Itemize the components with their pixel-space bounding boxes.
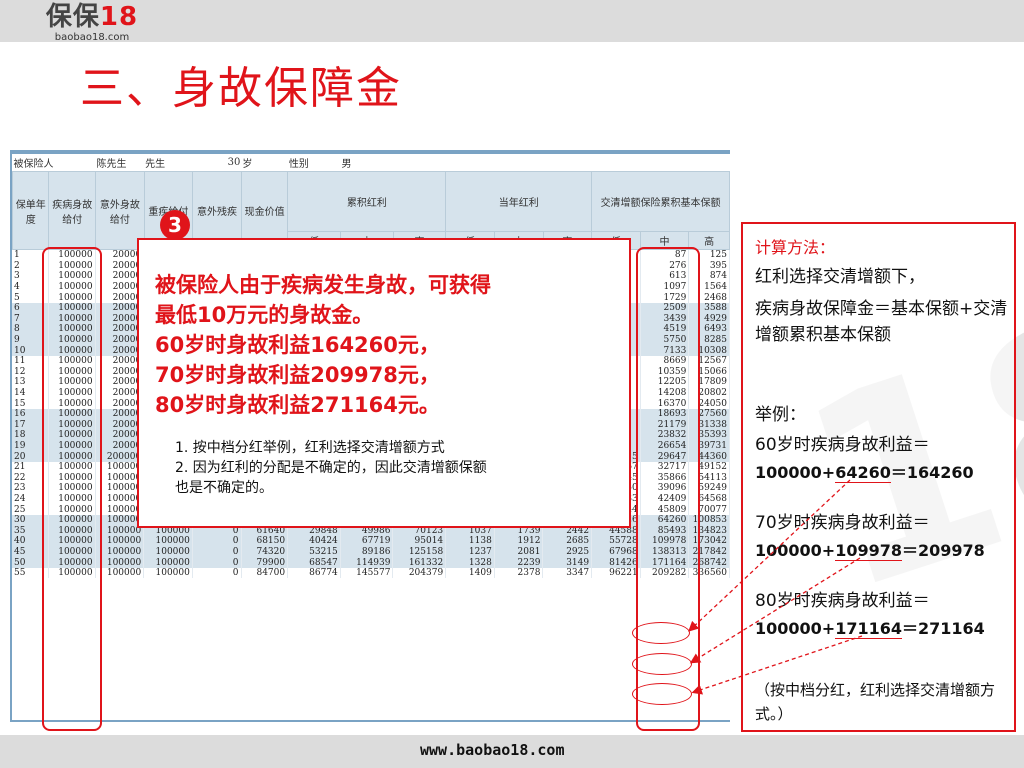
header-disease: 疾病身故给付	[48, 171, 97, 250]
info-row: 被保险人 陈先生 先生 30 岁 性别 男	[12, 154, 730, 172]
table-cell: 100000	[143, 536, 193, 547]
callout-line3: 60岁时身故利益164260元，	[155, 333, 440, 357]
info-name: 陈先生	[95, 154, 145, 172]
footer-url: www.baobao18.com	[420, 741, 565, 759]
table-cell: 0	[192, 567, 242, 579]
disease-column-highlight	[42, 247, 102, 731]
logo-brand: 保保18	[45, 2, 139, 32]
example-80-label: 80岁时疾病身故利益＝	[755, 591, 930, 611]
info-age-unit: 岁	[241, 154, 288, 172]
table-cell: 2685	[542, 536, 593, 547]
callout-line5: 80岁时身故利益271164元。	[155, 393, 440, 417]
table-cell: 145577	[340, 567, 394, 579]
example-60-formula: 100000+64260＝164260	[755, 463, 974, 483]
ellipse-70	[632, 653, 692, 675]
example-70-label: 70岁时疾病身故利益＝	[755, 513, 930, 533]
example-80-formula: 100000+171164＝271164	[755, 619, 985, 639]
callout-note2: 2. 因为红利的分配是不确定的，因此交清增额保额	[175, 460, 487, 476]
table-cell: 100000	[95, 536, 145, 547]
table-cell: 125158	[392, 546, 447, 558]
example-label: 举例：	[755, 405, 806, 425]
slide-title: 三、身故保障金	[80, 63, 402, 114]
table-cell: 161332	[392, 557, 447, 568]
info-sex-label: 性别	[287, 154, 341, 172]
table-cell: 0	[192, 557, 242, 568]
top-bar	[0, 0, 1024, 42]
calc-title: 计算方法：	[755, 238, 836, 257]
calculation-panel: 计算方法： 红利选择交清增额下， 疾病身故保障金＝基本保额+交清增额累积基本保额…	[741, 222, 1016, 732]
table-row: 50 100000 100000 100000 0 79900 68547 114939 161…	[12, 557, 730, 568]
callout-note1: 1. 按中档分红举例，红利选择交清增额方式	[175, 440, 445, 456]
table-cell: 89186	[340, 546, 394, 558]
table-cell: 2925	[542, 546, 593, 558]
callout-line1: 被保险人由于疾病发生身故，可获得	[155, 273, 491, 297]
table-cell: 67968	[591, 546, 641, 558]
calc-note: （按中档分红，红利选择交清增额方式。）	[755, 681, 996, 723]
table-cell: 1138	[445, 536, 495, 547]
callout-line4: 70岁时身故利益209978元，	[155, 363, 440, 387]
table-cell: 100000	[95, 567, 145, 579]
example-60-label: 60岁时疾病身故利益＝	[755, 435, 930, 455]
calc-line1: 红利选择交清增额下，	[755, 267, 925, 287]
header-year: 保单年度	[11, 171, 50, 250]
table-cell: 1912	[494, 536, 544, 547]
example-70-formula: 100000+109978＝209978	[755, 541, 985, 561]
table-cell: 100000	[95, 557, 145, 568]
table-cell: 68150	[241, 536, 289, 547]
table-cell: 68547	[287, 557, 341, 568]
table-cell: 96221	[591, 567, 641, 579]
callout-note3: 也是不确定的。	[175, 480, 273, 496]
table-cell: 0	[192, 536, 242, 547]
ellipse-80	[632, 683, 692, 705]
step-badge: 3	[160, 210, 190, 240]
table-cell: 2081	[494, 546, 544, 558]
header-cumulative-bonus: 累积红利	[287, 171, 447, 232]
table-row: 40 100000 100000 100000 0 68150 40424 67719 9501…	[12, 536, 730, 547]
info-gender-title: 先生	[144, 154, 193, 172]
table-cell: 3347	[542, 567, 593, 579]
callout-main-text: 被保险人由于疾病发生身故，可获得 最低10万元的身故金。 60岁时身故利益164…	[155, 270, 625, 420]
table-cell: 81426	[591, 557, 641, 568]
table-cell: 100000	[95, 546, 145, 558]
logo-url: baobao18.com	[54, 32, 130, 43]
table-cell: 100000	[143, 546, 193, 558]
table-cell: 100000	[143, 567, 193, 579]
table-cell: 204379	[392, 567, 447, 579]
table-cell: 0	[192, 546, 242, 558]
table-cell: 3149	[542, 557, 593, 568]
header-annual-bonus: 当年红利	[445, 171, 593, 232]
table-cell: 53215	[287, 546, 341, 558]
ellipse-60	[632, 622, 690, 644]
table-cell: 55728	[591, 536, 641, 547]
table-cell: 114939	[340, 557, 394, 568]
table-cell: 86774	[287, 567, 341, 579]
header-row: 保单年度 疾病身故给付 意外身故给付 重疾给付 意外残疾 现金价值 累积红利 当…	[11, 171, 730, 250]
table-cell: 1409	[445, 567, 495, 579]
table-cell: 79900	[241, 557, 289, 568]
table-row: 55 100000 100000 100000 0 84700 86774 145577 204…	[12, 567, 730, 579]
table-header: 被保险人 陈先生 先生 30 岁 性别 男 保单年度 疾病身故给付 意外身故给付…	[11, 154, 730, 250]
calc-line2: 疾病身故保障金＝基本保额+交清增额累积基本保额	[755, 299, 1008, 345]
info-insured-label: 被保险人	[12, 154, 96, 172]
table-cell: 74320	[241, 546, 289, 558]
table-cell: 100000	[143, 557, 193, 568]
table-cell: 1237	[445, 546, 495, 558]
table-cell: 67719	[340, 536, 394, 547]
logo: 保保18 baobao18.com	[32, 2, 152, 44]
info-age: 30	[192, 154, 242, 172]
table-cell: 2239	[494, 557, 544, 568]
callout-notes: 1. 按中档分红举例，红利选择交清增额方式 2. 因为红利的分配是不确定的，因此…	[175, 438, 615, 498]
table-cell: 1328	[445, 557, 495, 568]
callout-box: 被保险人由于疾病发生身故，可获得 最低10万元的身故金。 60岁时身故利益164…	[137, 238, 631, 528]
table-row: 45 100000 100000 100000 0 74320 53215 89186 1251…	[12, 546, 730, 558]
table-cell: 84700	[241, 567, 289, 579]
info-sex: 男	[340, 154, 394, 172]
table-cell: 2378	[494, 567, 544, 579]
callout-line2: 最低10万元的身故金。	[155, 303, 374, 327]
header-paidup-sum: 交清增额保险累积基本保额	[591, 171, 730, 232]
footer-bar: www.baobao18.com	[0, 735, 1024, 768]
table-cell: 40424	[287, 536, 341, 547]
table-cell: 95014	[392, 536, 447, 547]
